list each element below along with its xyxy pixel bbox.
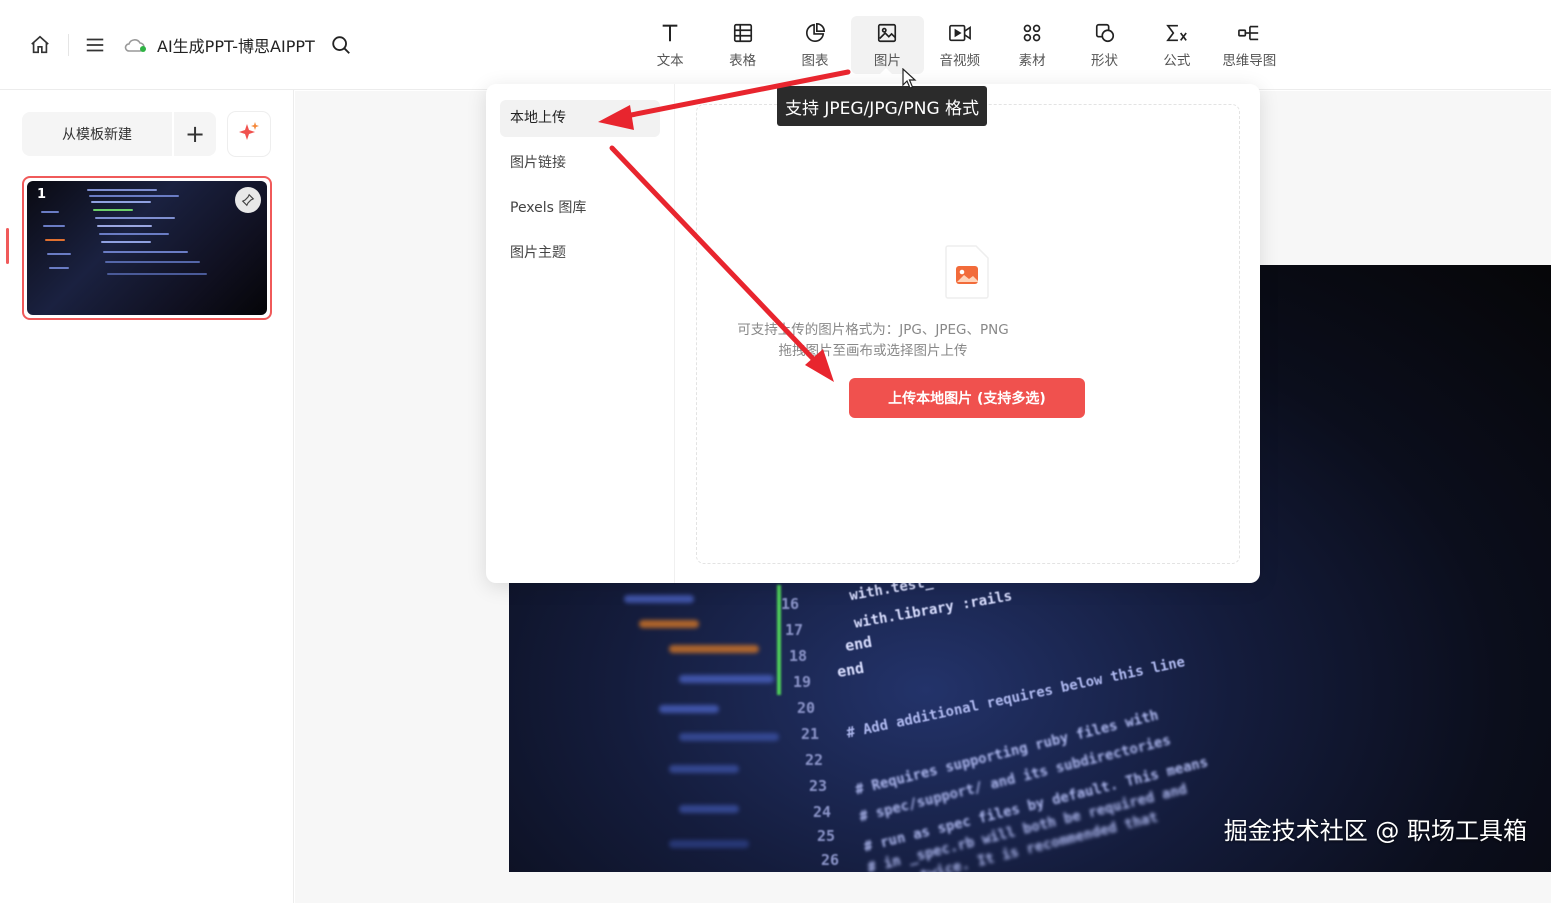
formula-icon	[1165, 21, 1189, 45]
top-toolbar: AI生成PPT-博思AIPPT 文本 表格 图表 图片 音视频 素材 形状 公式…	[0, 0, 1551, 90]
line-number: 22	[805, 751, 824, 769]
tool-label: 音视频	[939, 53, 981, 69]
media-icon	[948, 21, 972, 45]
menu-icon[interactable]	[81, 31, 109, 59]
line-number: 26	[821, 851, 840, 869]
tool-label: 表格	[729, 53, 757, 69]
format-tooltip: 支持 JPEG/JPG/PNG 格式	[777, 86, 988, 126]
tool-label: 形状	[1091, 53, 1119, 69]
slide-thumbnail-image: 1	[27, 181, 267, 315]
watermark: 掘金技术社区 @ 职场工具箱	[1223, 817, 1527, 845]
line-number: 18	[789, 647, 808, 665]
tool-label: 素材	[1018, 53, 1046, 69]
upload-drag-hint: 拖拽图片至画布或选择图片上传	[778, 343, 968, 359]
cloud-sync-icon	[121, 31, 149, 59]
line-number: 23	[809, 777, 828, 795]
tool-mindmap[interactable]: 思维导图	[1213, 16, 1285, 74]
header-left: AI生成PPT-博思AIPPT	[26, 28, 355, 62]
add-slide-button[interactable]: +	[174, 112, 216, 156]
image-icon	[875, 21, 899, 45]
tool-label: 公式	[1163, 53, 1191, 69]
code-line: end	[835, 658, 866, 682]
tool-formula[interactable]: 公式	[1141, 16, 1213, 74]
table-icon	[731, 21, 755, 45]
tool-shape[interactable]: 形状	[1068, 16, 1140, 74]
image-file-icon	[944, 244, 990, 300]
sparkle-icon	[237, 120, 261, 148]
tool-label: 图片	[873, 53, 901, 69]
tool-chart[interactable]: 图表	[779, 16, 851, 74]
tool-media[interactable]: 音视频	[924, 16, 996, 74]
slide-thumbnail[interactable]: 1	[22, 176, 272, 320]
panel-caret	[878, 68, 894, 76]
code-line: end	[843, 632, 874, 656]
new-from-template-button[interactable]: 从模板新建	[22, 112, 172, 156]
tool-table[interactable]: 表格	[706, 16, 778, 74]
divider	[68, 34, 69, 56]
material-icon	[1020, 21, 1044, 45]
slide-number: 1	[37, 187, 47, 202]
upload-format-hint: 可支持上传的图片格式为：JPG、JPEG、PNG	[737, 322, 1009, 338]
home-icon[interactable]	[26, 31, 54, 59]
line-number: 24	[813, 803, 832, 821]
line-number: 19	[793, 673, 812, 691]
search-icon[interactable]	[327, 31, 355, 59]
pin-icon[interactable]	[235, 187, 261, 213]
tool-image[interactable]: 图片	[851, 16, 924, 74]
line-number: 21	[801, 725, 820, 743]
nav-image-theme[interactable]: 图片主题	[500, 235, 660, 272]
upload-local-image-button[interactable]: 上传本地图片 (支持多选)	[849, 378, 1085, 418]
document-title[interactable]: AI生成PPT-博思AIPPT	[157, 33, 315, 57]
image-insert-panel: 本地上传 图片链接 Pexels 图库 图片主题 可支持上传的图片格式为：JPG…	[486, 84, 1260, 583]
nav-local-upload[interactable]: 本地上传	[500, 100, 660, 137]
ai-generate-button[interactable]	[228, 112, 270, 156]
line-number: 25	[817, 827, 836, 845]
active-slide-indicator	[6, 228, 9, 264]
mindmap-icon	[1237, 21, 1261, 45]
line-number: 17	[785, 621, 804, 639]
nav-image-link[interactable]: 图片链接	[500, 145, 660, 182]
chart-icon	[803, 21, 827, 45]
slide-sidebar: 从模板新建 + 1	[0, 90, 294, 903]
tool-material[interactable]: 素材	[996, 16, 1068, 74]
line-number: 16	[781, 595, 800, 613]
tool-label: 图表	[801, 53, 829, 69]
line-number: 20	[797, 699, 816, 717]
mouse-cursor-icon	[902, 67, 918, 90]
nav-pexels-library[interactable]: Pexels 图库	[500, 190, 660, 227]
tool-label: 思维导图	[1222, 53, 1277, 69]
plus-icon: +	[184, 120, 206, 148]
tool-label: 文本	[656, 53, 684, 69]
insert-toolbar: 文本 表格 图表 图片 音视频 素材 形状 公式 思维导图	[634, 16, 1286, 74]
text-icon	[658, 21, 682, 45]
tool-text[interactable]: 文本	[634, 16, 706, 74]
sync-status-dot	[140, 46, 146, 52]
shape-icon	[1093, 21, 1117, 45]
